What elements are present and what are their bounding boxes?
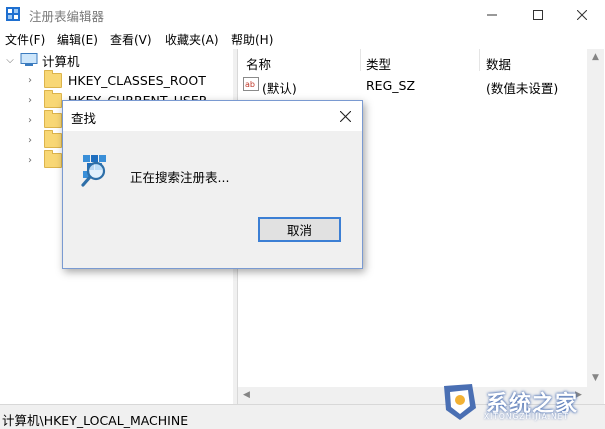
string-value-icon-text: ab: [245, 80, 255, 89]
close-icon: [340, 110, 351, 122]
cell-name: (默认): [262, 81, 297, 96]
tree-root-label: 计算机: [42, 53, 80, 69]
regedit-app-icon: [6, 7, 20, 21]
minimize-icon: [487, 14, 497, 15]
cell-type: REG_SZ: [366, 78, 416, 93]
dialog-title: 查找: [71, 111, 97, 126]
menu-view[interactable]: 查看(V): [110, 31, 152, 48]
table-row[interactable]: ab (默认) REG_SZ (数值未设置): [238, 75, 587, 96]
chevron-right-icon[interactable]: ›: [24, 95, 36, 106]
cell-data: (数值未设置): [486, 81, 559, 96]
folder-icon: [44, 109, 62, 128]
menu-favorites[interactable]: 收藏夹(A): [165, 31, 219, 48]
chevron-right-icon[interactable]: ›: [24, 155, 36, 166]
close-icon: [577, 9, 587, 20]
title-bar: 注册表编辑器: [0, 0, 605, 29]
status-path: 计算机\HKEY_LOCAL_MACHINE: [2, 413, 189, 428]
menu-edit[interactable]: 编辑(E): [57, 31, 98, 48]
find-dialog: 查找 正在搜索注册表... 取消: [62, 100, 363, 269]
menu-file[interactable]: 文件(F): [5, 31, 45, 48]
tree-item-hkcr[interactable]: › HKEY_CLASSES_ROOT: [24, 69, 206, 90]
chevron-right-icon[interactable]: ›: [24, 115, 36, 126]
menu-bar: 文件(F) 编辑(E) 查看(V) 收藏夹(A) 帮助(H): [0, 29, 605, 49]
dialog-title-bar[interactable]: 查找: [63, 101, 362, 131]
folder-icon: [44, 89, 62, 108]
column-divider[interactable]: [360, 49, 361, 71]
folder-icon: [44, 69, 62, 88]
maximize-button[interactable]: [515, 0, 561, 29]
watermark-subtext: XITONGZHIJIA.NET: [484, 412, 569, 421]
column-header-data[interactable]: 数据: [486, 54, 511, 73]
cancel-button[interactable]: 取消: [258, 217, 341, 242]
column-header-type[interactable]: 类型: [366, 54, 391, 73]
chevron-right-icon[interactable]: ›: [24, 75, 36, 86]
watermark-logo-icon: [444, 384, 476, 420]
window-title: 注册表编辑器: [29, 9, 105, 24]
close-button[interactable]: [559, 0, 605, 29]
column-header-name[interactable]: 名称: [246, 54, 271, 73]
dialog-message: 正在搜索注册表...: [130, 170, 230, 185]
site-watermark: 系统之家 XITONGZHIJIA.NET: [438, 380, 603, 426]
column-divider[interactable]: [479, 49, 480, 71]
menu-help[interactable]: 帮助(H): [231, 31, 273, 48]
tree-item-label: HKEY_CLASSES_ROOT: [68, 72, 206, 88]
dialog-close-button[interactable]: [329, 101, 362, 131]
maximize-icon: [533, 9, 543, 20]
search-registry-icon: [81, 155, 106, 187]
chevron-right-icon[interactable]: ›: [24, 135, 36, 146]
folder-icon: [44, 149, 62, 168]
chevron-down-icon[interactable]: ⌵: [4, 55, 16, 66]
minimize-button[interactable]: [469, 0, 515, 29]
computer-icon: [20, 53, 38, 66]
vertical-scrollbar[interactable]: ▲ ▼: [587, 49, 604, 387]
tree-root-computer[interactable]: ⌵ 计算机: [4, 50, 80, 70]
scroll-left-icon[interactable]: ◀: [238, 387, 255, 404]
folder-icon: [44, 129, 62, 148]
scroll-up-icon[interactable]: ▲: [587, 49, 604, 66]
string-value-icon: ab: [243, 77, 259, 91]
